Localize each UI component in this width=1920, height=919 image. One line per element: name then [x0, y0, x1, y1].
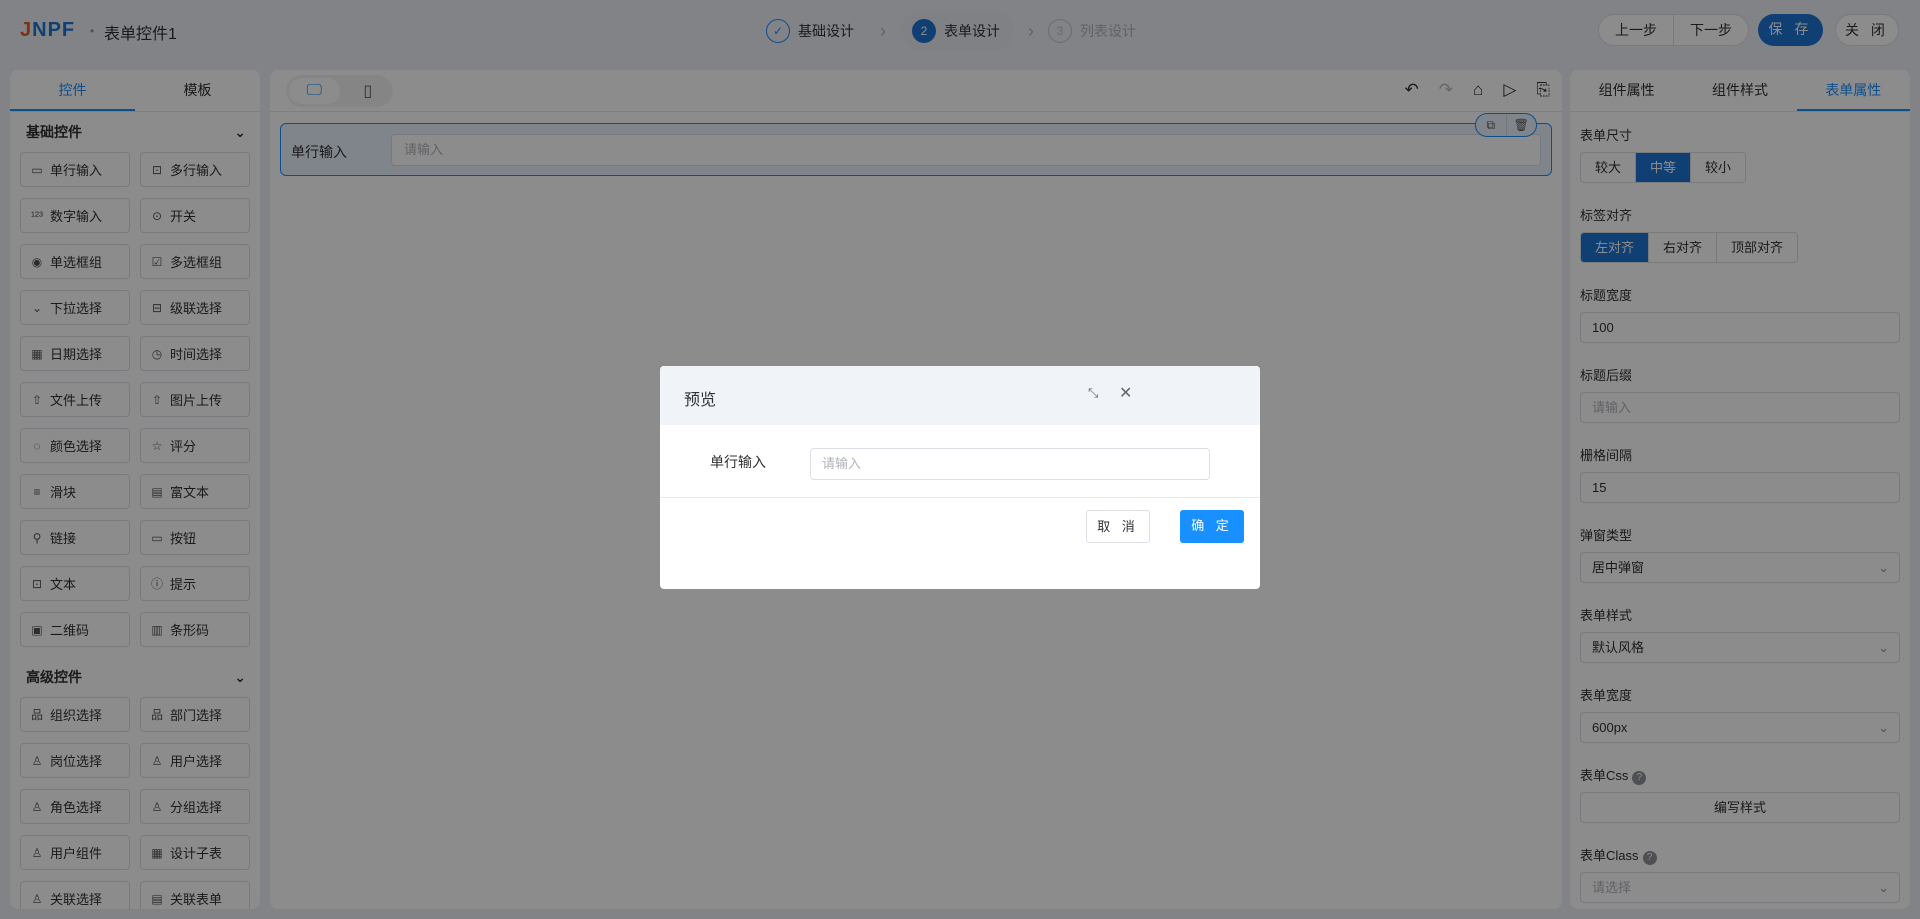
close-icon[interactable]: ✕ [1119, 383, 1132, 403]
preview-input[interactable]: 请输入 [810, 448, 1210, 480]
preview-dialog: 预览 ⤡ ✕ 单行输入 请输入 取 消 确 定 [660, 366, 1260, 589]
cancel-button[interactable]: 取 消 [1086, 510, 1150, 543]
dialog-title: 预览 [684, 392, 717, 409]
confirm-button[interactable]: 确 定 [1180, 510, 1244, 543]
field-label: 单行输入 [710, 454, 766, 470]
fullscreen-icon[interactable]: ⤡ [1088, 385, 1098, 401]
